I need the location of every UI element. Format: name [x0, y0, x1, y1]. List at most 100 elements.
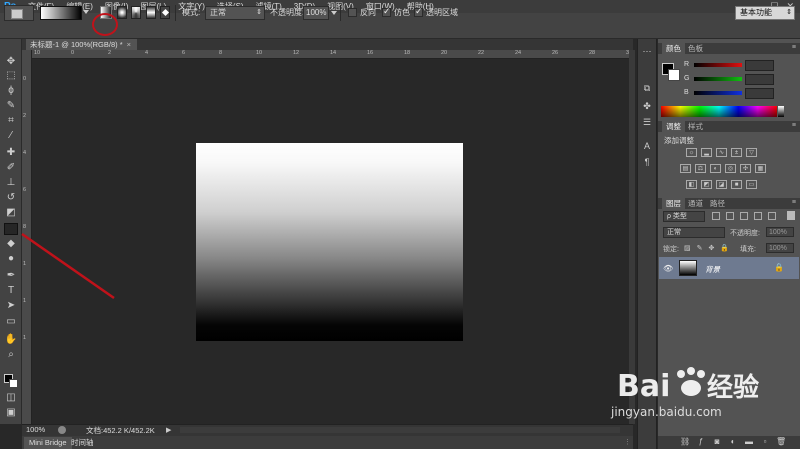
hand-tool-icon[interactable]: ✋: [4, 334, 18, 346]
pixel-filter-icon[interactable]: [712, 212, 720, 220]
move-tool-icon[interactable]: ✥: [4, 56, 18, 68]
layer-opacity-input[interactable]: 100%: [766, 227, 794, 237]
tool-preset-picker[interactable]: [4, 5, 34, 21]
mode-select[interactable]: 正常: [205, 6, 265, 20]
chevron-down-icon[interactable]: [83, 10, 89, 14]
tab-layers[interactable]: 图层: [662, 198, 685, 209]
history-panel-icon[interactable]: ⧉: [641, 82, 653, 94]
rectangle-tool-icon[interactable]: ▭: [4, 316, 18, 328]
shape-filter-icon[interactable]: [754, 212, 762, 220]
color-balance-icon[interactable]: ⚖: [695, 164, 706, 173]
color-spectrum-bar[interactable]: [661, 106, 777, 117]
crop-tool-icon[interactable]: ⌗: [4, 115, 18, 127]
character-panel-icon[interactable]: A: [641, 140, 653, 152]
lock-position-icon[interactable]: ✥: [709, 244, 715, 252]
slider-b[interactable]: [694, 91, 742, 95]
angle-gradient-button[interactable]: [131, 6, 141, 19]
slider-g[interactable]: [694, 77, 742, 81]
status-info-icon[interactable]: [58, 426, 66, 434]
lock-all-icon[interactable]: 🔒: [720, 244, 729, 252]
pen-tool-icon[interactable]: ✒: [4, 270, 18, 282]
smart-object-filter-icon[interactable]: [768, 212, 776, 220]
hue-saturation-icon[interactable]: ▤: [680, 164, 691, 173]
dock-grip-icon[interactable]: ⋯: [641, 45, 653, 57]
healing-brush-tool-icon[interactable]: ✚: [4, 147, 18, 159]
quick-mask-icon[interactable]: ◫: [4, 392, 18, 404]
eye-icon[interactable]: 👁: [663, 264, 673, 273]
background-color-swatch[interactable]: [9, 379, 18, 388]
slider-r[interactable]: [694, 63, 742, 67]
layer-kind-filter-select[interactable]: ρ 类型: [663, 211, 705, 222]
tab-timeline[interactable]: 时间轴: [66, 437, 99, 449]
vibrance-icon[interactable]: ▽: [746, 148, 757, 157]
workspace-select[interactable]: 基本功能: [735, 6, 795, 20]
color-lookup-icon[interactable]: ▦: [755, 164, 766, 173]
tab-channels[interactable]: 通道: [684, 198, 707, 209]
photo-filter-icon[interactable]: ◎: [725, 164, 736, 173]
close-icon[interactable]: ×: [127, 40, 131, 49]
brush-panel-icon[interactable]: ✤: [641, 100, 653, 112]
eyedropper-tool-icon[interactable]: ⁄: [4, 130, 18, 142]
resize-grip-icon[interactable]: ⋮: [624, 438, 631, 446]
tab-adjustments[interactable]: 调整: [662, 121, 685, 132]
blend-mode-select[interactable]: 正常: [663, 227, 725, 238]
opacity-input[interactable]: 100%: [303, 6, 329, 20]
new-adjustment-layer-icon[interactable]: ◐: [728, 437, 738, 447]
new-layer-icon[interactable]: ▫: [760, 437, 770, 447]
tab-paths[interactable]: 路径: [706, 198, 729, 209]
threshold-icon[interactable]: ◪: [716, 180, 727, 189]
grayscale-ramp[interactable]: [778, 106, 784, 117]
lasso-tool-icon[interactable]: ϕ: [4, 85, 18, 97]
gradient-tool-icon[interactable]: [4, 223, 18, 235]
curves-icon[interactable]: ∿: [716, 148, 727, 157]
panel-menu-icon[interactable]: ≡: [792, 44, 796, 51]
transparency-checkbox[interactable]: [414, 6, 423, 17]
quick-select-tool-icon[interactable]: ✎: [4, 100, 18, 112]
tab-mini-bridge[interactable]: Mini Bridge: [24, 437, 72, 449]
type-tool-icon[interactable]: T: [4, 285, 18, 297]
path-selection-tool-icon[interactable]: ➤: [4, 300, 18, 312]
channel-mixer-icon[interactable]: ✣: [740, 164, 751, 173]
lock-transparent-icon[interactable]: ▨: [684, 244, 691, 252]
link-layers-icon[interactable]: ⛓: [680, 437, 690, 447]
reflected-gradient-button[interactable]: [146, 6, 156, 19]
brightness-contrast-icon[interactable]: ☼: [686, 148, 697, 157]
screen-mode-icon[interactable]: ▣: [4, 407, 18, 419]
panel-menu-icon[interactable]: ≡: [792, 199, 796, 206]
reverse-checkbox[interactable]: [348, 8, 357, 17]
levels-icon[interactable]: ▂: [701, 148, 712, 157]
dodge-tool-icon[interactable]: ●: [4, 253, 18, 265]
delete-layer-icon[interactable]: 🗑: [776, 437, 786, 447]
zoom-tool-icon[interactable]: ⌕: [4, 349, 18, 361]
lock-pixels-icon[interactable]: ✎: [697, 244, 703, 252]
paragraph-panel-icon[interactable]: ¶: [641, 156, 653, 168]
tab-styles[interactable]: 样式: [684, 121, 707, 132]
add-mask-icon[interactable]: ◙: [712, 437, 722, 447]
value-g-input[interactable]: [745, 74, 774, 85]
zoom-level[interactable]: 100%: [26, 425, 45, 434]
horizontal-scrollbar[interactable]: [180, 427, 620, 433]
layer-name[interactable]: 背景: [705, 264, 720, 275]
properties-panel-icon[interactable]: ☰: [641, 116, 653, 128]
new-group-icon[interactable]: ▬: [744, 437, 754, 447]
chevron-right-icon[interactable]: ▶: [166, 426, 171, 434]
panel-menu-icon[interactable]: ≡: [792, 122, 796, 129]
tab-swatches[interactable]: 色板: [684, 43, 707, 54]
diamond-gradient-button[interactable]: [160, 6, 170, 19]
fill-input[interactable]: 100%: [766, 243, 794, 253]
panel-background-swatch[interactable]: [668, 69, 680, 81]
gradient-editor-swatch[interactable]: [40, 6, 82, 20]
chevron-down-icon[interactable]: [331, 11, 337, 15]
tab-color[interactable]: 颜色: [662, 43, 685, 54]
history-brush-tool-icon[interactable]: ↺: [4, 192, 18, 204]
dither-checkbox[interactable]: [382, 6, 391, 17]
value-r-input[interactable]: [745, 60, 774, 71]
filter-toggle-icon[interactable]: [787, 211, 795, 220]
gradient-map-icon[interactable]: ▭: [746, 180, 757, 189]
layer-style-icon[interactable]: ƒ: [696, 437, 706, 447]
adjustment-filter-icon[interactable]: [726, 212, 734, 220]
value-b-input[interactable]: [745, 88, 774, 99]
clone-stamp-tool-icon[interactable]: ⊥: [4, 177, 18, 189]
exposure-icon[interactable]: ±: [731, 148, 742, 157]
type-filter-icon[interactable]: [740, 212, 748, 220]
